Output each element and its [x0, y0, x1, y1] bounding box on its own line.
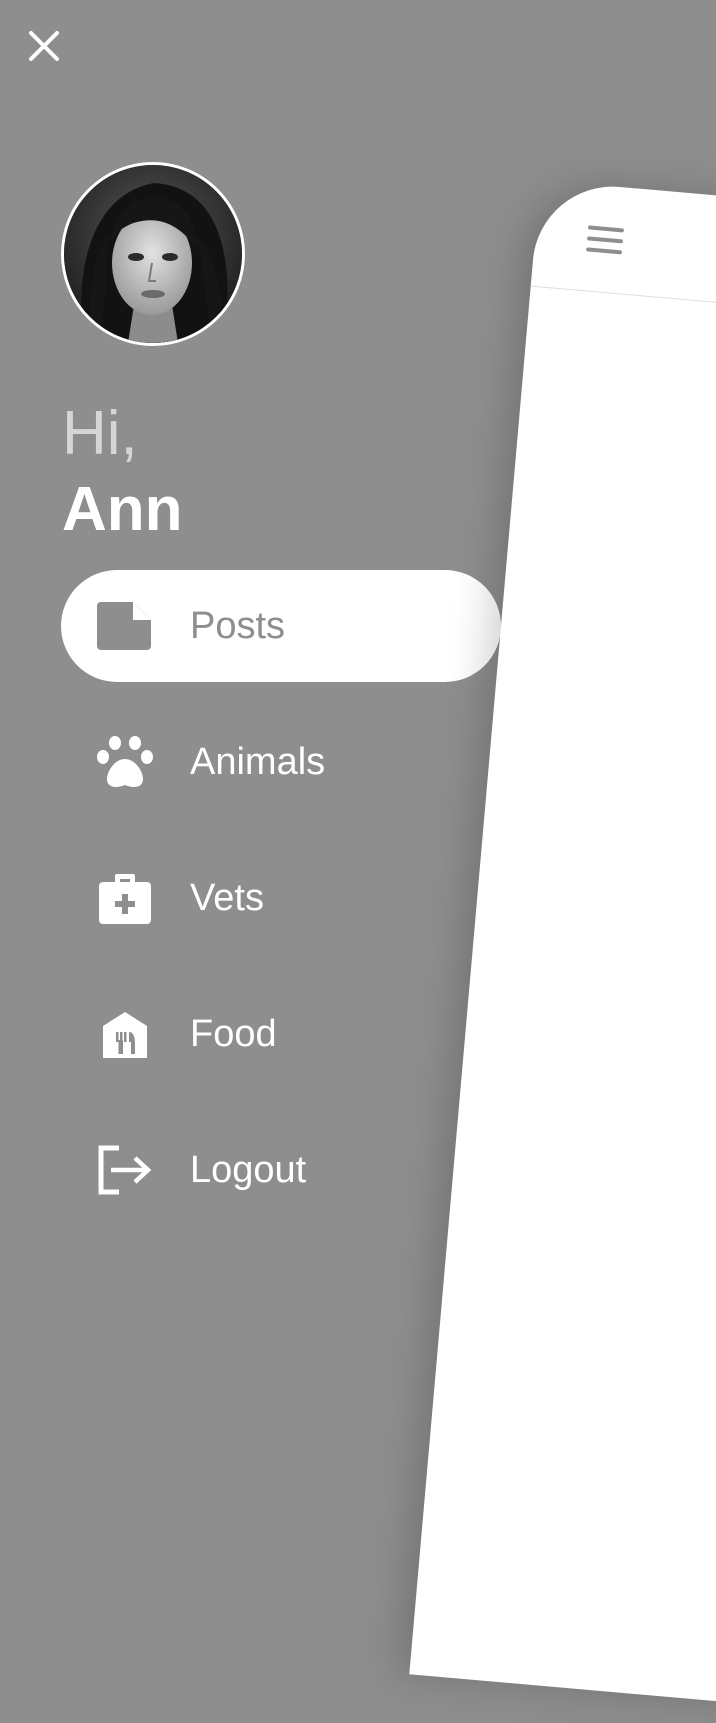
food-store-icon — [97, 1006, 153, 1062]
menu-label-food: Food — [190, 1013, 277, 1055]
close-icon — [29, 31, 59, 61]
menu-label-logout: Logout — [190, 1149, 307, 1191]
avatar-photo — [64, 165, 242, 343]
username-text: Ann — [62, 475, 183, 544]
medical-bag-icon — [97, 870, 153, 926]
menu-item-animals[interactable]: Animals — [61, 706, 501, 818]
menu-item-logout[interactable]: Logout — [61, 1114, 501, 1226]
menu-item-posts[interactable]: Posts — [61, 570, 501, 682]
main-app-bar — [530, 180, 716, 336]
menu-item-food[interactable]: Food — [61, 978, 501, 1090]
hamburger-menu-icon[interactable] — [584, 222, 627, 257]
greeting-text: Hi, — [62, 399, 138, 468]
close-button[interactable] — [22, 24, 66, 68]
menu-label-vets: Vets — [190, 877, 264, 919]
document-icon — [97, 598, 153, 654]
paw-icon — [97, 734, 153, 790]
menu-item-vets[interactable]: Vets — [61, 842, 501, 954]
menu-label-posts: Posts — [190, 605, 286, 647]
menu-label-animals: Animals — [190, 741, 326, 783]
avatar — [61, 162, 245, 346]
logout-icon — [97, 1142, 153, 1198]
